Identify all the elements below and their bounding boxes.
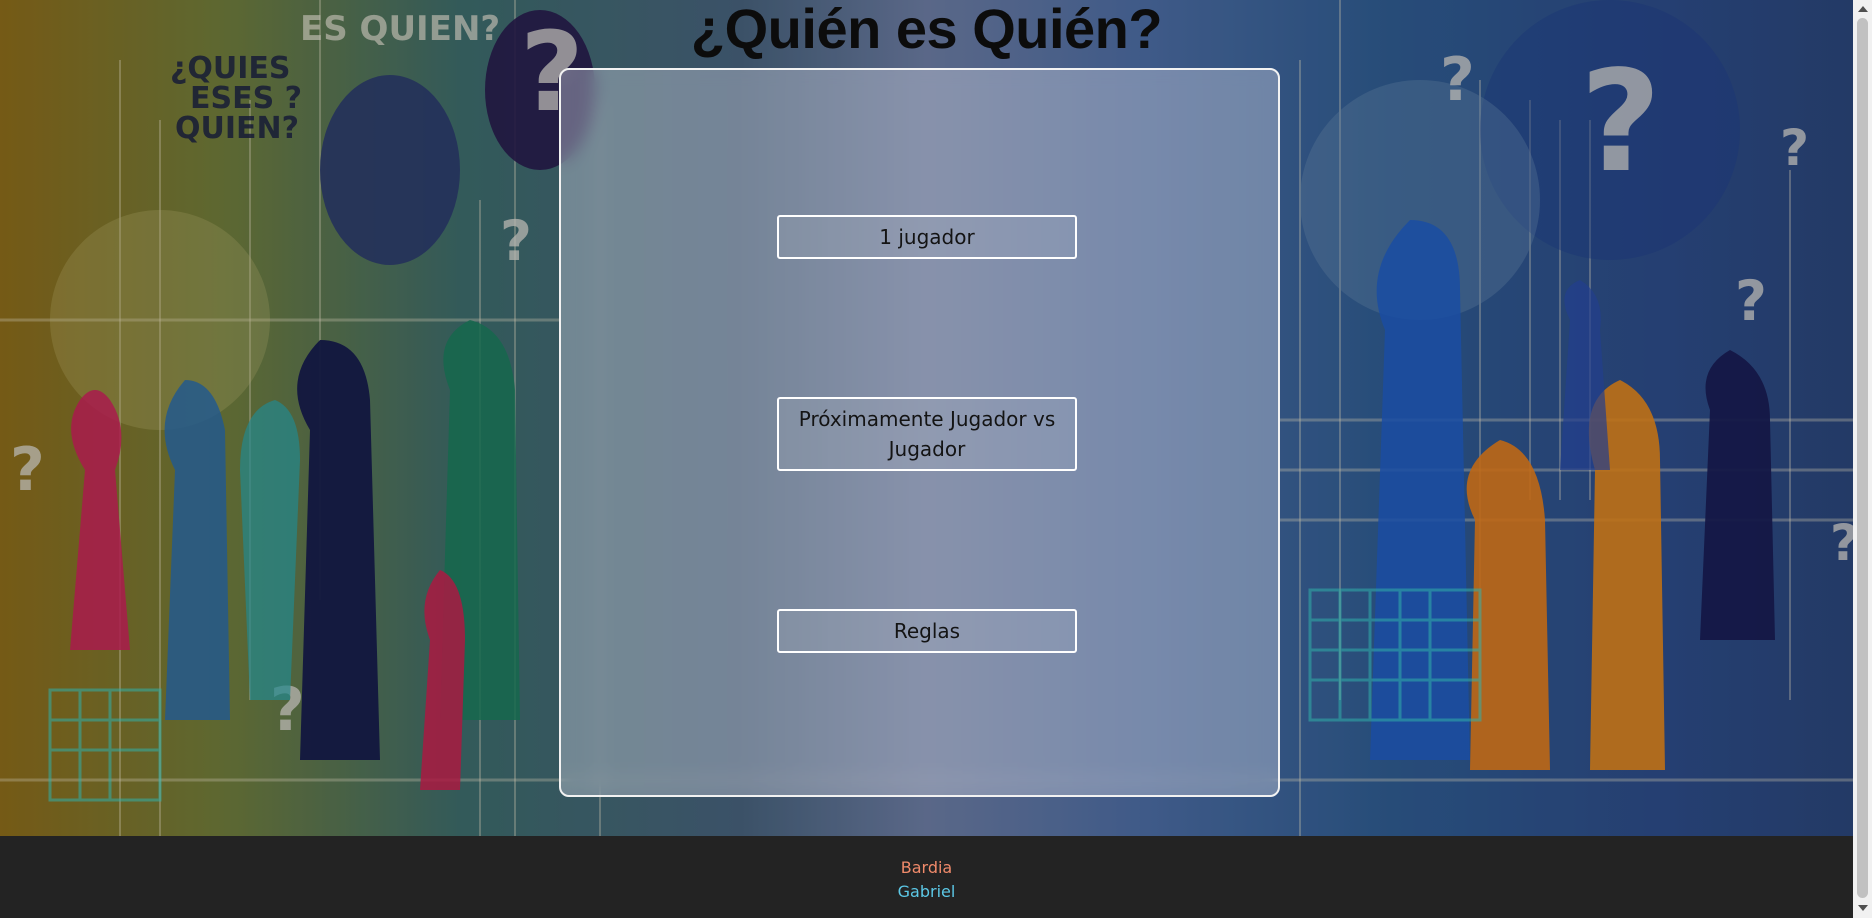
game-title: ¿Quién es Quién? [690, 0, 1163, 60]
scroll-up-arrow-icon[interactable] [1858, 6, 1868, 12]
main-menu-panel: 1 jugador Próximamente Jugador vs Jugado… [559, 68, 1280, 797]
credit-link-gabriel[interactable]: Gabriel [0, 880, 1853, 904]
player-vs-player-button[interactable]: Próximamente Jugador vs Jugador [777, 397, 1077, 471]
game-viewport: ? ? ? ? ? ? ? ? ? ¿QUIES ESES ? QUIEN? E… [0, 0, 1853, 918]
scrollbar-thumb[interactable] [1857, 18, 1868, 898]
credit-link-bardia[interactable]: Bardia [0, 856, 1853, 880]
single-player-button[interactable]: 1 jugador [777, 215, 1077, 259]
footer: Bardia Gabriel [0, 836, 1853, 918]
rules-button[interactable]: Reglas [777, 609, 1077, 653]
scroll-down-arrow-icon[interactable] [1858, 905, 1868, 911]
vertical-scrollbar[interactable] [1853, 0, 1872, 918]
